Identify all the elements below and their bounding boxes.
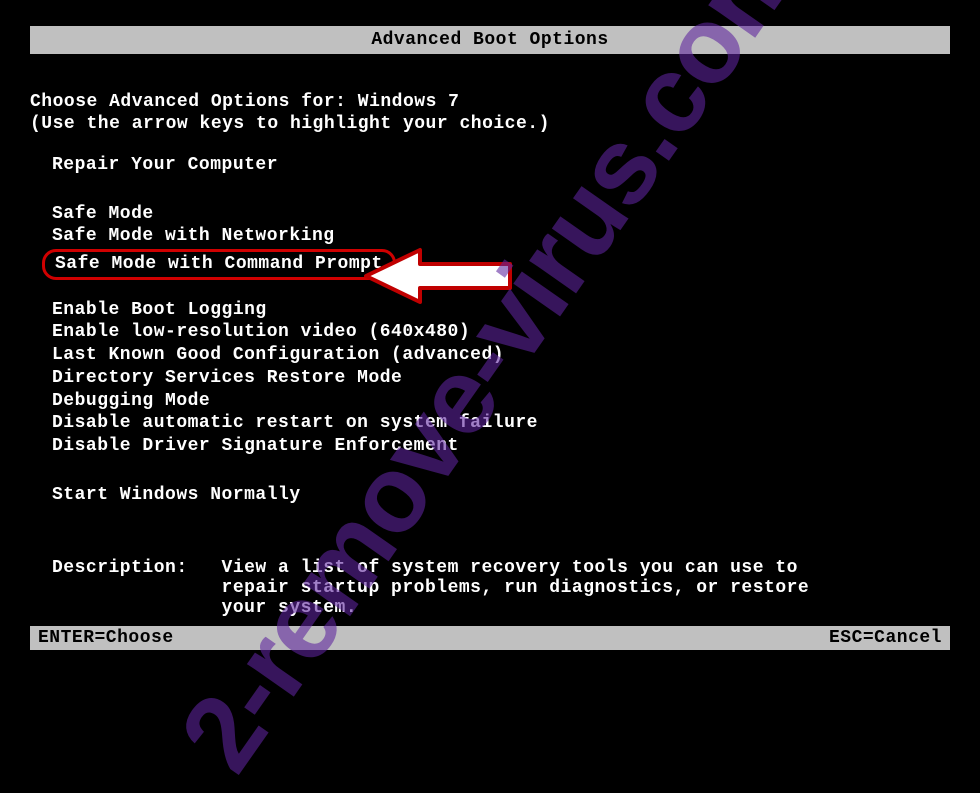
intro-hint: (Use the arrow keys to highlight your ch… xyxy=(30,114,950,134)
intro-line: Choose Advanced Options for: Windows 7 xyxy=(30,92,950,112)
option-group-safemode: Safe Mode Safe Mode with Networking Safe… xyxy=(52,203,950,281)
option-last-known-good[interactable]: Last Known Good Configuration (advanced) xyxy=(52,344,950,367)
content-area: Choose Advanced Options for: Windows 7 (… xyxy=(0,54,980,628)
option-enable-boot-logging[interactable]: Enable Boot Logging xyxy=(52,299,950,322)
option-low-res-video[interactable]: Enable low-resolution video (640x480) xyxy=(52,321,950,344)
option-safe-mode[interactable]: Safe Mode xyxy=(52,203,950,226)
option-safe-mode-command-prompt-label: Safe Mode with Command Prompt xyxy=(55,254,383,274)
option-group-repair: Repair Your Computer xyxy=(52,154,950,177)
option-safe-mode-command-prompt[interactable]: Safe Mode with Command Prompt xyxy=(52,248,950,281)
option-start-normally[interactable]: Start Windows Normally xyxy=(52,484,950,507)
option-disable-driver-sig[interactable]: Disable Driver Signature Enforcement xyxy=(52,435,950,458)
highlight-ring: Safe Mode with Command Prompt xyxy=(42,249,396,280)
option-directory-services-restore[interactable]: Directory Services Restore Mode xyxy=(52,367,950,390)
option-repair-computer[interactable]: Repair Your Computer xyxy=(52,154,950,177)
title-bar: Advanced Boot Options xyxy=(30,26,950,54)
option-safe-mode-networking[interactable]: Safe Mode with Networking xyxy=(52,225,950,248)
option-disable-auto-restart[interactable]: Disable automatic restart on system fail… xyxy=(52,412,950,435)
footer-esc: ESC=Cancel xyxy=(829,628,942,648)
option-group-normal: Start Windows Normally xyxy=(52,484,950,507)
description-text: View a list of system recovery tools you… xyxy=(222,558,832,618)
description-block: Description: View a list of system recov… xyxy=(52,558,950,618)
description-label: Description: xyxy=(52,558,222,618)
intro-prefix: Choose Advanced Options for: xyxy=(30,92,358,112)
footer-bar: ENTER=Choose ESC=Cancel xyxy=(30,626,950,650)
option-group-advanced: Enable Boot Logging Enable low-resolutio… xyxy=(52,299,950,458)
intro-os: Windows 7 xyxy=(358,92,460,112)
option-debugging-mode[interactable]: Debugging Mode xyxy=(52,390,950,413)
footer-enter: ENTER=Choose xyxy=(38,628,174,648)
page-title: Advanced Boot Options xyxy=(371,30,608,50)
